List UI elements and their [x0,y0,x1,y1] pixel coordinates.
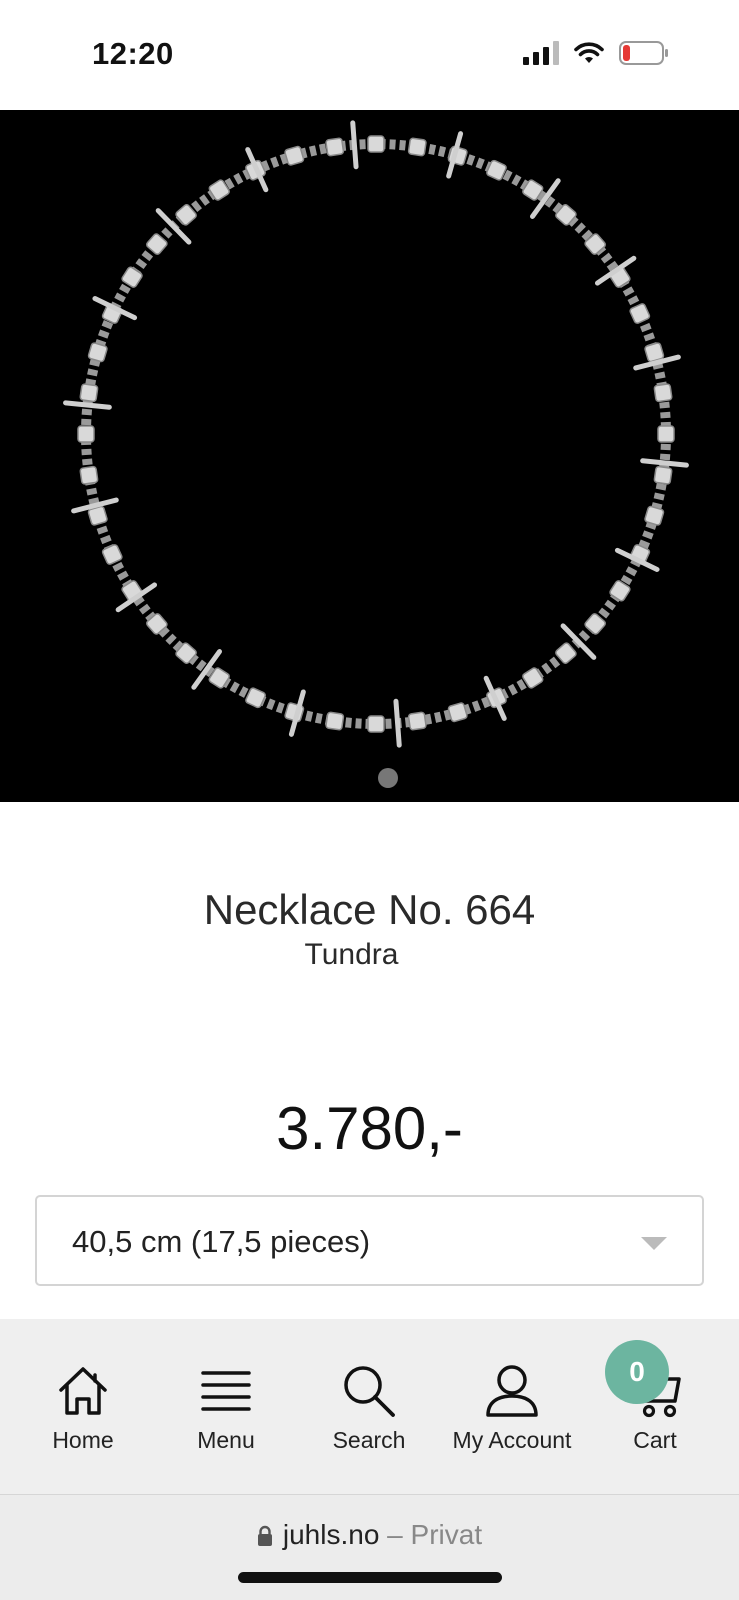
size-select-value: 40,5 cm (17,5 pieces) [72,1224,371,1259]
status-time: 12:20 [92,36,174,71]
nav-home-label: Home [52,1427,114,1453]
nav-menu-label: Menu [197,1427,255,1453]
nav-my-account[interactable]: My Account [437,1361,587,1454]
product-title: Necklace No. 664 [203,886,536,933]
status-bar: 12:20 [0,0,739,110]
nav-search[interactable]: Search [294,1361,444,1454]
user-icon [486,1365,538,1417]
size-select[interactable]: 40,5 cm (17,5 pieces) [35,1195,704,1286]
status-icons [523,40,669,66]
wifi-icon [573,41,605,65]
product-price: 3.780,- [276,1095,463,1162]
nav-menu[interactable]: Menu [151,1361,301,1454]
url-domain: juhls.no [282,1519,380,1550]
browser-url-bar[interactable]: juhls.no – Privat [0,1494,739,1600]
cellular-signal-icon [523,41,559,65]
necklace-image [63,120,689,748]
menu-icon [201,1371,251,1411]
nav-my-account-label: My Account [452,1427,572,1453]
battery-low-icon [619,40,669,66]
cart-count-badge[interactable]: 0 [605,1340,669,1404]
nav-search-label: Search [332,1427,406,1453]
product-collection: Tundra [304,938,399,971]
private-mode-label: Privat [410,1519,483,1550]
nav-home[interactable]: Home [8,1361,158,1454]
url-line: juhls.no – Privat [0,1519,739,1551]
search-icon [344,1366,395,1417]
url-separator: – [387,1519,403,1550]
product-image[interactable] [0,110,739,802]
lock-icon [257,1525,272,1546]
home-icon [59,1367,107,1415]
nav-cart-label: Cart [633,1427,677,1453]
home-indicator[interactable] [238,1572,502,1583]
chevron-down-icon [641,1237,667,1250]
image-pager-dot[interactable] [378,768,398,788]
